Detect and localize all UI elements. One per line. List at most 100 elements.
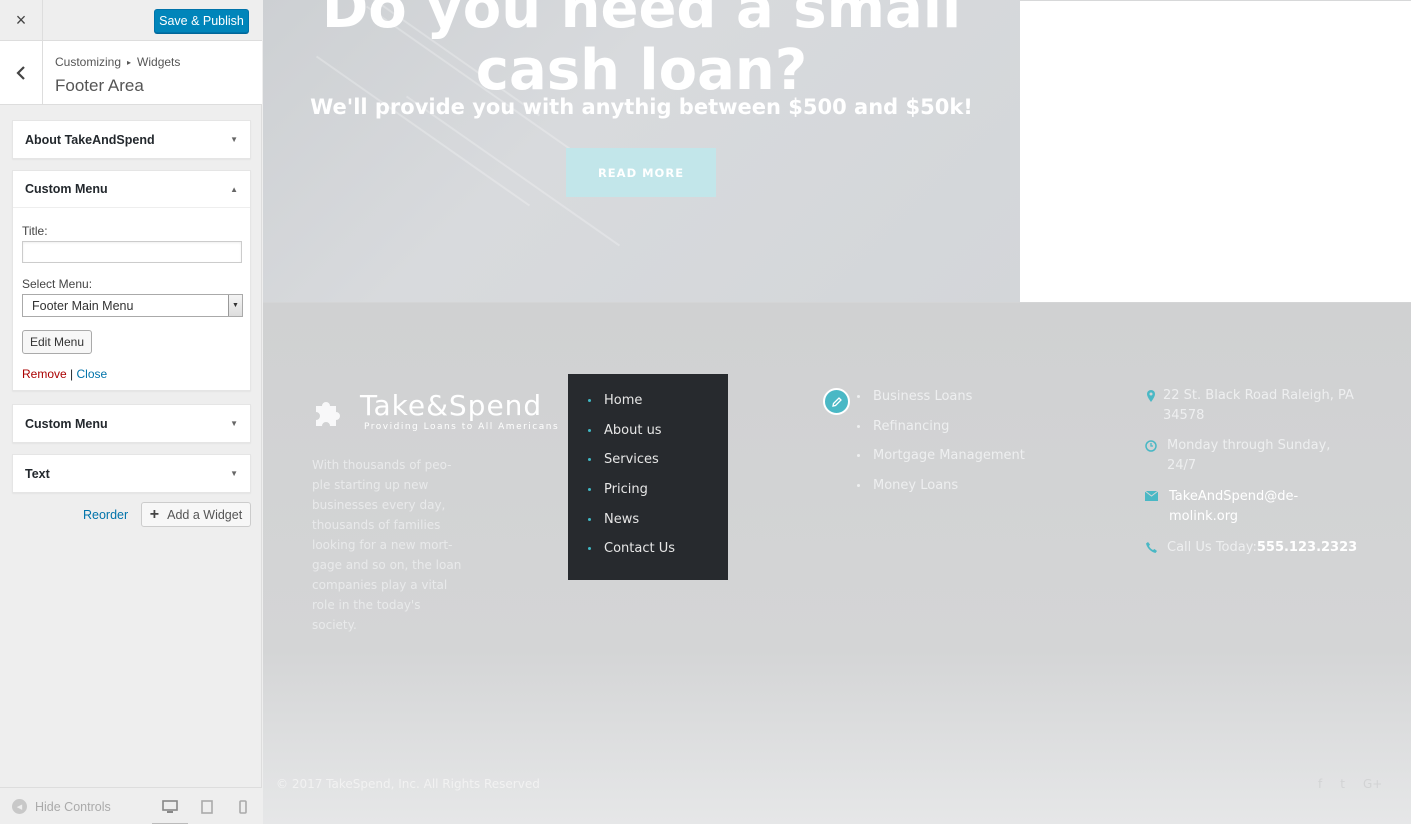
widget-title: Text (25, 466, 50, 481)
widget-header[interactable]: About TakeAndSpend ▼ (13, 121, 250, 158)
breadcrumb: Customizing ▸ Widgets (55, 55, 180, 69)
envelope-icon (1144, 491, 1158, 501)
logo-tagline: Providing Loans to All Americans (364, 422, 560, 432)
footer-about-text: With thousands of peo-ple starting up ne… (312, 458, 462, 632)
service-item[interactable]: Business Loans (857, 382, 1025, 412)
title-input[interactable] (22, 241, 242, 263)
widget-text: Text ▼ (12, 454, 251, 493)
menu-item-home[interactable]: Home (568, 386, 728, 416)
google-plus-icon[interactable]: G+ (1363, 777, 1382, 791)
menu-select-value: Footer Main Menu (32, 298, 134, 313)
menu-item-contact[interactable]: Contact Us (568, 534, 728, 564)
footer-services-list: Business Loans Refinancing Mortgage Mana… (857, 382, 1025, 500)
actions-divider: | (70, 367, 74, 381)
menu-item-pricing[interactable]: Pricing (568, 475, 728, 505)
remove-link[interactable]: Remove (22, 367, 67, 381)
bullet (857, 484, 860, 488)
menu-item-label: Contact Us (604, 541, 675, 557)
hide-controls-button[interactable]: ◀ Hide Controls (12, 799, 111, 814)
widget-custom-menu: Custom Menu ▼ (12, 404, 251, 443)
close-link[interactable]: Close (77, 367, 108, 381)
widget-about: About TakeAndSpend ▼ (12, 120, 251, 159)
bullet (857, 424, 860, 428)
bullet (857, 454, 860, 458)
service-item[interactable]: Refinancing (857, 412, 1025, 442)
email-link[interactable]: TakeAndSpend@de-molink.org (1163, 487, 1323, 527)
menu-item-label: News (604, 511, 640, 527)
mobile-icon (239, 800, 247, 814)
twitter-icon[interactable]: t (1340, 777, 1345, 791)
desktop-icon (162, 800, 178, 813)
caret-down-icon: ▼ (230, 135, 238, 144)
menu-item-label: About us (604, 422, 662, 438)
widget-custom-menu-expanded: Custom Menu ▲ Title: Select Menu: Footer… (12, 170, 251, 391)
collapse-icon: ◀ (12, 799, 27, 814)
logo-name: Take&Spend (360, 389, 543, 422)
widget-actions: Remove | Close (22, 367, 107, 381)
phone-label: Call Us Today: (1167, 540, 1257, 555)
caret-down-icon: ▼ (230, 419, 238, 428)
desktop-preview-button[interactable] (152, 796, 188, 824)
service-item[interactable]: Money Loans (857, 471, 1025, 501)
widget-header[interactable]: Text ▼ (13, 455, 250, 492)
close-customizer-button[interactable]: × (0, 0, 43, 41)
menu-item-label: Pricing (604, 482, 648, 498)
menu-item-label: Home (604, 393, 643, 409)
caret-down-icon: ▼ (230, 469, 238, 478)
hero-subheading: We'll provide you with anythig between $… (310, 95, 973, 119)
save-publish-button[interactable]: Save & Publish (154, 9, 249, 33)
hero-side-panel (1020, 1, 1411, 302)
service-label: Refinancing (873, 418, 950, 434)
contact-address: 22 St. Black Road Raleigh, PA 34578 (1139, 386, 1363, 426)
service-label: Money Loans (873, 478, 959, 494)
dropdown-arrow-icon[interactable]: ▼ (228, 295, 242, 316)
hero-section: Do you need a small cash loan? We'll pro… (263, 0, 1020, 302)
phone-number[interactable]: 555.123.2323 (1257, 540, 1357, 555)
contact-hours: Monday through Sunday, 24/7 (1139, 436, 1343, 476)
reorder-link[interactable]: Reorder (83, 508, 128, 522)
widget-header[interactable]: Custom Menu ▼ (13, 405, 250, 442)
bullet (857, 395, 860, 399)
read-more-button[interactable]: READ MORE (566, 148, 716, 197)
site-preview: Do you need a small cash loan? We'll pro… (263, 0, 1411, 824)
menu-item-about[interactable]: About us (568, 416, 728, 446)
breadcrumb-separator: ▸ (127, 58, 132, 67)
puzzle-icon (316, 402, 340, 426)
bullet (588, 547, 591, 551)
footer-logo[interactable]: Take&Spend Providing Loans to All Americ… (312, 390, 559, 432)
edit-shortcut-button[interactable] (823, 388, 850, 415)
panel-title: Footer Area (55, 76, 144, 95)
pencil-icon (831, 396, 842, 407)
copyright-text: © 2017 TakeSpend, Inc. All Rights Reserv… (276, 777, 540, 791)
bullet (588, 488, 591, 492)
menu-select[interactable]: Footer Main Menu ▼ (22, 294, 243, 317)
tablet-preview-button[interactable] (196, 796, 218, 818)
widget-title: Custom Menu (25, 182, 108, 196)
hours-text: Monday through Sunday, 24/7 (1167, 438, 1331, 473)
plus-icon: + (149, 505, 160, 523)
close-icon: × (15, 10, 27, 30)
bullet (588, 399, 591, 403)
bullet (588, 458, 591, 462)
widget-title: Custom Menu (25, 416, 108, 431)
menu-item-services[interactable]: Services (568, 445, 728, 475)
logo-text: Take&Spend Providing Loans to All Americ… (360, 389, 560, 433)
add-widget-button[interactable]: + Add a Widget (141, 502, 251, 527)
mobile-preview-button[interactable] (232, 796, 254, 818)
customizer-footer: ◀ Hide Controls (0, 787, 262, 824)
widget-title: About TakeAndSpend (25, 132, 155, 147)
chevron-left-icon (16, 65, 25, 80)
caret-up-icon: ▲ (230, 184, 238, 194)
edit-menu-button[interactable]: Edit Menu (22, 330, 92, 354)
tablet-icon (201, 800, 213, 814)
hide-controls-label: Hide Controls (35, 799, 111, 814)
widget-header[interactable]: Custom Menu ▲ (13, 171, 250, 208)
social-links: f t G+ (1318, 777, 1382, 791)
menu-item-news[interactable]: News (568, 504, 728, 534)
service-item[interactable]: Mortgage Management (857, 441, 1025, 471)
map-marker-icon (1147, 390, 1155, 402)
facebook-icon[interactable]: f (1318, 777, 1322, 791)
menu-item-label: Services (604, 452, 659, 468)
service-label: Business Loans (873, 389, 973, 405)
back-button[interactable] (0, 41, 43, 104)
